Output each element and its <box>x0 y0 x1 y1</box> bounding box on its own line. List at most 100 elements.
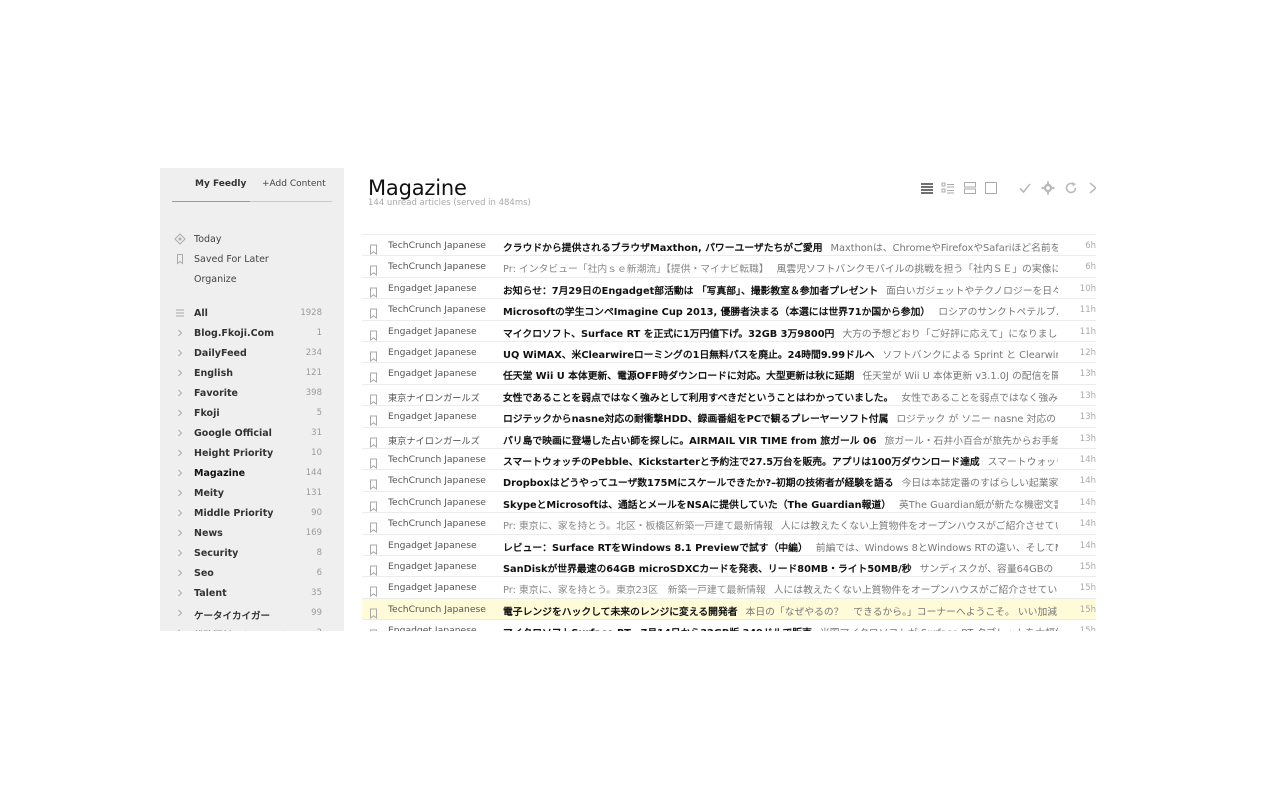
article-source[interactable]: TechCrunch Japanese <box>388 261 498 272</box>
save-for-later-icon[interactable] <box>369 604 378 619</box>
article-title[interactable]: SanDiskが世界最速の64GB microSDXCカードを発表、リード80M… <box>503 561 1058 575</box>
article-row[interactable]: TechCrunch Japanese Pr: 東京に、家を持とう。北区・板橋区新… <box>362 512 1096 534</box>
article-source[interactable]: TechCrunch Japanese <box>388 304 498 315</box>
save-for-later-icon[interactable] <box>369 433 378 448</box>
save-for-later-icon[interactable] <box>369 540 378 555</box>
article-row[interactable]: Engadget Japanese お知らせ：7月29日のEngadget部活動は… <box>362 276 1096 299</box>
article-headline[interactable]: UQ WiMAX、米Clearwireローミングの1日無料パスを廃止。24時間9… <box>503 350 874 361</box>
tab-my-feedly[interactable]: My Feedly <box>195 179 246 189</box>
tab-add-content[interactable]: +Add Content <box>262 179 326 189</box>
article-headline[interactable]: パリ島で映画に登場した占い師を探しに。AIRMAIL VIR TIME from… <box>503 436 877 447</box>
next-icon[interactable] <box>1086 181 1096 195</box>
article-headline[interactable]: Pr: インタビュー「社内ｓｅ新潮流」【提供・マイナビ転職】 <box>503 264 769 275</box>
article-row[interactable]: TechCrunch Japanese Pr: インタビュー「社内ｓｅ新潮流」【提… <box>362 255 1096 277</box>
article-title[interactable]: マイクロソフトSurface RT、7月14日から32GB版 349ドルで販売 米… <box>503 625 1058 631</box>
save-for-later-icon[interactable] <box>369 518 378 534</box>
article-source[interactable]: Engadget Japanese <box>388 561 498 572</box>
chevron-right-icon[interactable] <box>174 567 186 579</box>
sidebar-category[interactable]: Meity 131 <box>174 485 336 503</box>
article-row[interactable]: TechCrunch Japanese クラウドから提供されるブラウザMaxtho… <box>362 234 1096 256</box>
article-title[interactable]: 任天堂 Wii U 本体更新、電源OFF時ダウンロードに対応。大型更新は秋に延期… <box>503 368 1058 382</box>
article-headline[interactable]: ロジテックからnasne対応の耐衝撃HDD、録画番組をPCで観るプレーヤーソフト… <box>503 414 888 425</box>
article-headline[interactable]: マイクロソフトSurface RT、7月14日から32GB版 349ドルで販売 <box>503 628 812 631</box>
article-title[interactable]: クラウドから提供されるブラウザMaxthon, パワーユーザたちがご愛用 Maxt… <box>503 240 1058 254</box>
sidebar-category[interactable]: Favorite 398 <box>174 385 336 403</box>
save-for-later-icon[interactable] <box>369 368 378 384</box>
article-headline[interactable]: 女性であることを弱点ではなく強みとして利用すべきだということはわかっていました。 <box>503 393 893 404</box>
sidebar-category[interactable]: DailyFeed 234 <box>174 345 336 363</box>
article-source[interactable]: 東京ナイロンガールズ <box>388 390 498 404</box>
chevron-right-icon[interactable] <box>174 527 186 539</box>
sidebar-item-today[interactable]: Today <box>174 231 336 249</box>
save-for-later-icon[interactable] <box>369 625 378 631</box>
sidebar-category[interactable]: Middle Priority 90 <box>174 505 336 523</box>
chevron-right-icon[interactable] <box>174 327 186 339</box>
chevron-right-icon[interactable] <box>174 607 186 619</box>
article-row[interactable]: TechCrunch Japanese スマートウォッチのPebble、Kicks… <box>362 448 1096 470</box>
article-title[interactable]: お知らせ：7月29日のEngadget部活動は 「写真部」、撮影教室＆参加者プレ… <box>503 283 1058 297</box>
article-headline[interactable]: クラウドから提供されるブラウザMaxthon, パワーユーザたちがご愛用 <box>503 243 823 254</box>
article-source[interactable]: Engadget Japanese <box>388 582 498 593</box>
settings-icon[interactable] <box>1041 181 1055 195</box>
save-for-later-icon[interactable] <box>369 561 378 576</box>
article-title[interactable]: レビュー：Surface RTをWindows 8.1 Previewで試す（中… <box>503 540 1058 554</box>
article-source[interactable]: Engadget Japanese <box>388 625 498 631</box>
sidebar-category[interactable]: Height Priority 10 <box>174 445 336 463</box>
article-headline[interactable]: SanDiskが世界最速の64GB microSDXCカードを発表、リード80M… <box>503 564 912 575</box>
article-title[interactable]: マイクロソフト、Surface RT を正式に1万円値下げ。32GB 3万980… <box>503 326 1058 340</box>
article-title[interactable]: UQ WiMAX、米Clearwireローミングの1日無料パスを廃止。24時間9… <box>503 347 1058 361</box>
chevron-right-icon[interactable] <box>174 447 186 459</box>
article-source[interactable]: Engadget Japanese <box>388 411 498 422</box>
sidebar-category[interactable]: ケータイカイガー 99 <box>174 605 336 623</box>
titles-view-icon[interactable] <box>941 181 955 195</box>
article-title[interactable]: Pr: インタビュー「社内ｓｅ新潮流」【提供・マイナビ転職】 風雲児ソフトバンクモ… <box>503 261 1058 275</box>
sidebar-category[interactable]: 総務関係・クロスアク 2 <box>174 625 336 631</box>
article-source[interactable]: TechCrunch Japanese <box>388 475 498 486</box>
article-row[interactable]: TechCrunch Japanese Microsoftの学生コンペImagin… <box>362 298 1096 320</box>
chevron-right-icon[interactable] <box>174 627 186 631</box>
cards-view-icon[interactable] <box>963 181 977 195</box>
save-for-later-icon[interactable] <box>369 411 378 427</box>
sidebar-category[interactable]: Google Official 31 <box>174 425 336 443</box>
article-headline[interactable]: Dropboxはどうやってユーザ数175Mにスケールできたか?–初期の技術者が経… <box>503 478 894 489</box>
article-source[interactable]: Engadget Japanese <box>388 326 498 337</box>
article-headline[interactable]: マイクロソフト、Surface RT を正式に1万円値下げ。32GB 3万980… <box>503 329 834 340</box>
sidebar-category[interactable]: Seo 6 <box>174 565 336 583</box>
list-view-icon[interactable] <box>920 181 934 195</box>
article-row[interactable]: TechCrunch Japanese 電子レンジをハックして未来のレンジに変える… <box>362 597 1096 620</box>
article-headline[interactable]: お知らせ：7月29日のEngadget部活動は 「写真部」、撮影教室＆参加者プレ… <box>503 286 878 297</box>
article-source[interactable]: TechCrunch Japanese <box>388 604 498 615</box>
article-row[interactable]: Engadget Japanese UQ WiMAX、米Clearwireローミン… <box>362 341 1096 363</box>
full-view-icon[interactable] <box>984 181 998 195</box>
article-source[interactable]: Engadget Japanese <box>388 368 498 379</box>
article-row[interactable]: Engadget Japanese 任天堂 Wii U 本体更新、電源OFF時ダウ… <box>362 362 1096 384</box>
article-row[interactable]: Engadget Japanese ロジテックからnasne対応の耐衝撃HDD、録… <box>362 405 1096 427</box>
sidebar-item-saved-for-later[interactable]: Saved For Later <box>174 251 336 269</box>
article-headline[interactable]: スマートウォッチのPebble、Kickstarterと予約注で27.5万台を販… <box>503 457 980 468</box>
article-title[interactable]: パリ島で映画に登場した占い師を探しに。AIRMAIL VIR TIME from… <box>503 433 1058 447</box>
chevron-right-icon[interactable] <box>174 507 186 519</box>
article-row[interactable]: 東京ナイロンガールズ パリ島で映画に登場した占い師を探しに。AIRMAIL VIR… <box>362 426 1096 449</box>
article-row[interactable]: Engadget Japanese レビュー：Surface RTをWindows… <box>362 533 1096 556</box>
sidebar-item-organize[interactable]: Organize <box>174 271 336 289</box>
sidebar-category[interactable]: Fkoji 5 <box>174 405 336 423</box>
article-headline[interactable]: Pr: 東京に、家を持とう。東京23区 新築一戸建て最新情報 <box>503 585 766 596</box>
article-title[interactable]: SkypeとMicrosoftは、通話とメールをNSAに提供していた（The G… <box>503 497 1058 511</box>
chevron-right-icon[interactable] <box>174 407 186 419</box>
article-row[interactable]: TechCrunch Japanese Dropboxはどうやってユーザ数175M… <box>362 469 1096 491</box>
article-row[interactable]: Engadget Japanese SanDiskが世界最速の64GB micro… <box>362 555 1096 577</box>
chevron-right-icon[interactable] <box>174 547 186 559</box>
mark-read-icon[interactable] <box>1018 181 1032 195</box>
sidebar-item-all[interactable]: All 1928 <box>174 305 336 323</box>
article-row[interactable]: Engadget Japanese マイクロソフトSurface RT、7月14日… <box>362 619 1096 631</box>
sidebar-category[interactable]: News 169 <box>174 525 336 543</box>
sidebar-category[interactable]: English 121 <box>174 365 336 383</box>
article-source[interactable]: TechCrunch Japanese <box>388 518 498 529</box>
sidebar-category[interactable]: Magazine 144 <box>174 465 336 483</box>
sidebar-category[interactable]: Talent 35 <box>174 585 336 603</box>
article-headline[interactable]: SkypeとMicrosoftは、通話とメールをNSAに提供していた（The G… <box>503 500 891 511</box>
article-source[interactable]: 東京ナイロンガールズ <box>388 433 498 447</box>
save-for-later-icon[interactable] <box>369 582 378 598</box>
save-for-later-icon[interactable] <box>369 240 378 255</box>
article-source[interactable]: Engadget Japanese <box>388 540 498 551</box>
